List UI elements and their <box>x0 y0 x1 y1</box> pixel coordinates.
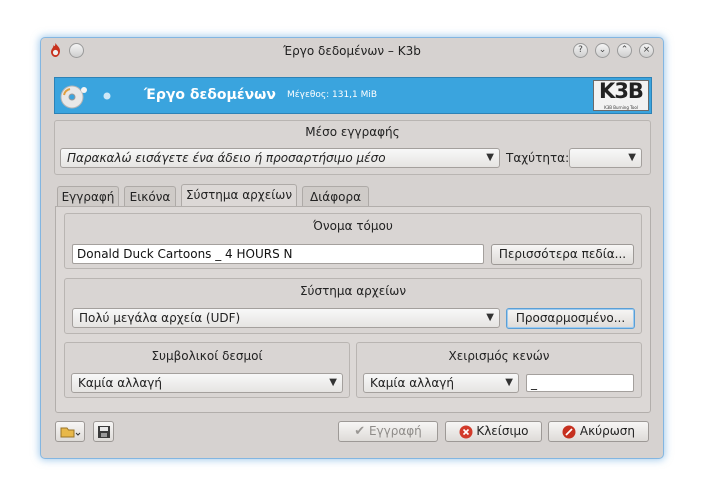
symlinks-group: Συμβολικοί δεσμοί Καμία αλλαγή ▼ <box>64 342 350 398</box>
symlinks-select-value: Καμία αλλαγή <box>78 376 162 390</box>
minimize-icon[interactable]: ⌄ <box>595 43 610 58</box>
project-title: Έργο δεδομένων <box>144 87 276 103</box>
window-title: Έργο δεδομένων – K3b <box>283 44 421 58</box>
folder-icon <box>60 427 81 437</box>
chevron-down-icon: ▼ <box>329 377 337 388</box>
cancel-button-label: Ακύρωση <box>579 424 635 438</box>
maximize-icon[interactable]: ⌃ <box>617 43 632 58</box>
volume-name-group: Όνομα τόμου Donald Duck Cartoons _ 4 HOU… <box>64 213 642 269</box>
chevron-down-icon: ▼ <box>486 312 494 323</box>
speed-select[interactable]: ▼ <box>569 148 642 168</box>
medium-select[interactable]: Παρακαλώ εισάγετε ένα άδειο ή προσαρτήσι… <box>60 148 500 168</box>
load-save-menu-button[interactable] <box>55 421 85 442</box>
save-project-button[interactable] <box>93 421 114 442</box>
whitespace-select[interactable]: Καμία αλλαγή ▼ <box>363 373 519 393</box>
save-icon <box>97 425 110 438</box>
banner-dot-icon <box>103 92 111 100</box>
speed-label: Ταχύτητα: <box>506 151 570 165</box>
chevron-down-icon: ▼ <box>505 377 513 388</box>
burn-button-label: Εγγραφή <box>368 424 422 438</box>
filesystem-tab-pane: Όνομα τόμου Donald Duck Cartoons _ 4 HOU… <box>55 206 651 413</box>
filesystem-select[interactable]: Πολύ μεγάλα αρχεία (UDF) ▼ <box>72 308 500 328</box>
burn-button[interactable]: ✔ Εγγραφή <box>338 421 438 442</box>
filesystem-select-value: Πολύ μεγάλα αρχεία (UDF) <box>79 311 241 325</box>
burn-medium-group: Μέσο εγγραφής Παρακαλώ εισάγετε ένα άδει… <box>54 120 651 175</box>
symlinks-title: Συμβολικοί δεσμοί <box>151 349 263 363</box>
custom-filesystem-button[interactable]: Προσαρμοσμένο... <box>506 308 635 329</box>
whitespace-replace-input[interactable]: _ <box>526 374 634 392</box>
close-button[interactable]: Κλείσιμο <box>445 421 542 442</box>
chevron-down-icon: ▼ <box>628 152 636 163</box>
k3b-logo: K3B K3B Burning Tool <box>593 79 649 111</box>
close-button-label: Κλείσιμο <box>476 424 529 438</box>
cancel-icon <box>562 425 576 438</box>
chevron-down-icon: ▼ <box>486 152 494 163</box>
tab-image[interactable]: Εικόνα <box>124 186 176 207</box>
filesystem-group: Σύστημα αρχείων Πολύ μεγάλα αρχεία (UDF)… <box>64 278 642 334</box>
filesystem-title: Σύστημα αρχείων <box>299 284 407 298</box>
titlebar[interactable]: Έργο δεδομένων – K3b ? ⌄ ⌃ × <box>41 38 663 64</box>
close-red-icon <box>459 425 472 438</box>
volume-name-title: Όνομα τόμου <box>313 219 393 233</box>
volume-name-input[interactable]: Donald Duck Cartoons _ 4 HOURS N <box>72 244 484 264</box>
medium-select-value: Παρακαλώ εισάγετε ένα άδειο ή προσαρτήσι… <box>67 151 386 165</box>
whitespace-select-value: Καμία αλλαγή <box>370 376 454 390</box>
tab-misc[interactable]: Διάφορα <box>302 186 369 207</box>
project-size: Μέγεθος: 131,1 MiB <box>287 90 378 100</box>
data-disc-icon <box>60 85 87 109</box>
cancel-button[interactable]: Ακύρωση <box>548 421 649 442</box>
close-window-icon[interactable]: × <box>639 43 654 58</box>
project-banner: Έργο δεδομένων Μέγεθος: 131,1 MiB K3B K3… <box>54 77 652 114</box>
checkmark-icon: ✔ <box>354 424 366 439</box>
help-icon[interactable]: ? <box>573 43 588 58</box>
symlinks-select[interactable]: Καμία αλλαγή ▼ <box>71 373 343 393</box>
tab-filesystem[interactable]: Σύστημα αρχείων <box>181 184 297 207</box>
burn-medium-title: Μέσο εγγραφής <box>305 125 400 139</box>
whitespace-group: Χειρισμός κενών Καμία αλλαγή ▼ _ <box>356 342 642 398</box>
tab-burn[interactable]: Εγγραφή <box>57 186 119 207</box>
more-fields-button[interactable]: Περισσότερα πεδία... <box>491 244 634 265</box>
whitespace-title: Χειρισμός κενών <box>448 349 550 363</box>
k3b-dialog-window: Έργο δεδομένων – K3b ? ⌄ ⌃ × Έργο δεδομέ… <box>41 38 663 458</box>
